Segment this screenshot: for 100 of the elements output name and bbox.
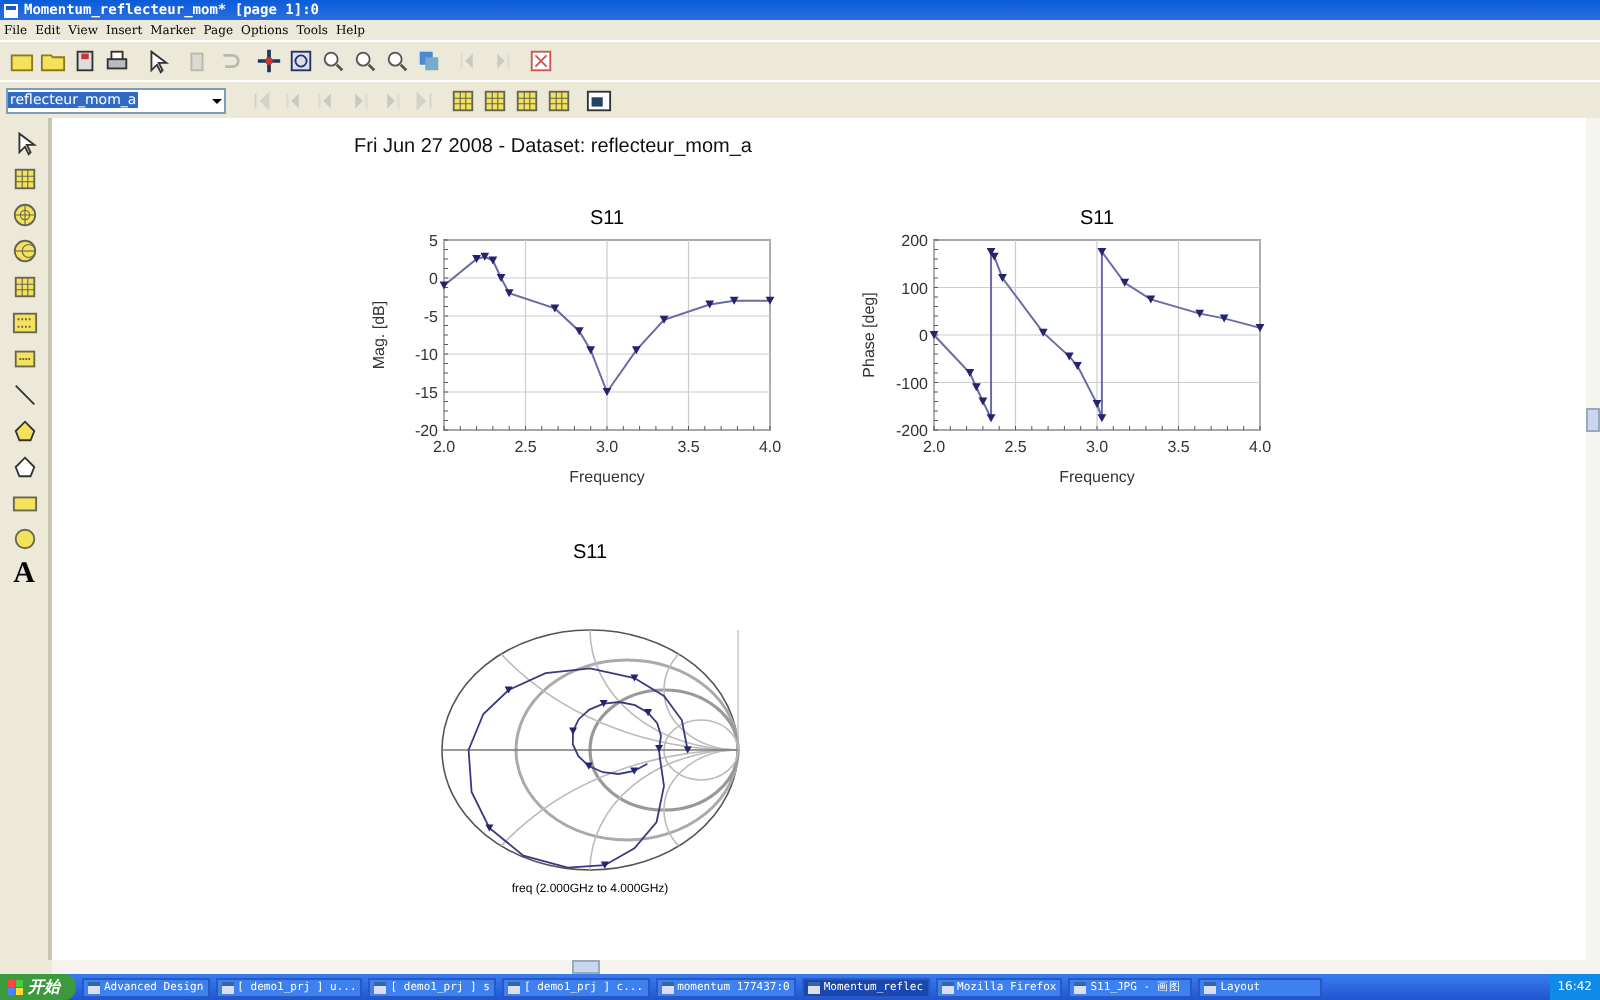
axis-tick-label: 4.0 <box>1248 438 1272 456</box>
axis-tick-label: 5 <box>429 232 438 250</box>
data-point <box>504 289 514 298</box>
data-point <box>1255 323 1265 332</box>
chart-title: S11 <box>589 208 625 230</box>
data-point <box>439 281 449 290</box>
window-icon <box>661 981 674 993</box>
grid-icon <box>546 87 572 113</box>
axis-title: Frequency <box>1059 468 1135 486</box>
pentagon-icon <box>11 418 37 444</box>
equation-icon <box>11 346 37 372</box>
data-point <box>1038 328 1048 337</box>
chart-title: S11 <box>572 542 608 564</box>
window-icon <box>941 981 954 993</box>
toolbar-button[interactable] <box>318 46 348 76</box>
grid-icon <box>450 87 476 113</box>
axis-tick-label: 2.5 <box>514 438 537 456</box>
data-point <box>1219 314 1229 323</box>
axis-tick-label: -15 <box>414 384 438 402</box>
data-point <box>978 397 988 406</box>
page-header: Fri Jun 27 2008 - Dataset: reflecteur_mom_a <box>354 136 754 158</box>
grid-icon <box>514 87 540 113</box>
axis-title: Phase [deg] <box>860 292 878 378</box>
data-point <box>965 369 975 377</box>
window-icon <box>374 981 387 993</box>
data-point <box>586 346 596 355</box>
window-icon <box>221 981 234 993</box>
data-point <box>765 296 775 305</box>
data-point <box>729 296 739 305</box>
zoom-box-icon <box>288 48 314 74</box>
zoom-out-icon <box>352 48 378 74</box>
flag-icon <box>8 979 24 995</box>
chart-title: S11 <box>1079 208 1115 230</box>
line-icon <box>11 382 37 408</box>
data-point <box>1092 399 1102 408</box>
data-point <box>574 327 584 336</box>
window-icon <box>507 981 520 993</box>
axis-tick-label: 4.0 <box>758 438 782 456</box>
zoom-in-icon <box>320 48 346 74</box>
data-point <box>631 346 641 355</box>
data-point <box>1195 309 1205 318</box>
window-icon <box>586 87 612 113</box>
data-point <box>972 383 981 392</box>
data-point <box>1097 414 1107 423</box>
axis-tick-label: 2.5 <box>1004 438 1027 456</box>
axis-tick-label: -10 <box>414 346 438 364</box>
copy-icon <box>416 48 442 74</box>
axis-tick-label: 3.0 <box>1085 438 1109 456</box>
data-point <box>929 331 939 339</box>
axis-tick-label: -20 <box>414 422 438 440</box>
outline-pentagon-icon <box>11 454 37 480</box>
axis-tick-label: 100 <box>901 279 928 298</box>
circle-icon <box>11 526 37 552</box>
axis-tick-label: -100 <box>895 374 928 393</box>
axis-tick-label: -5 <box>423 308 438 326</box>
palette-button[interactable]: A <box>7 558 41 592</box>
axis-tick-label: 3.5 <box>677 438 700 456</box>
first-icon <box>250 87 276 113</box>
toolbar-button[interactable] <box>350 46 380 76</box>
data-point <box>550 304 560 313</box>
magnifier-icon <box>384 48 410 74</box>
axis-tick-label: 200 <box>901 232 928 250</box>
axis-title: Mag. [dB] <box>370 300 388 370</box>
data-point <box>998 274 1007 282</box>
window-icon <box>807 981 820 993</box>
axis-tick-label: 3.5 <box>1167 438 1190 456</box>
caret-icon <box>210 93 224 107</box>
axis-title: Frequency <box>569 468 645 486</box>
target-icon <box>11 202 37 228</box>
printer-icon <box>104 48 130 74</box>
number-list-icon <box>11 310 37 336</box>
window-icon <box>1204 981 1217 993</box>
move-icon <box>256 48 282 74</box>
axis-tick-label: 0 <box>919 327 928 345</box>
vertical-scrollbar[interactable] <box>1586 118 1600 960</box>
data-point <box>659 315 669 324</box>
start-button[interactable]: 开始 <box>0 974 76 1000</box>
data-point <box>705 300 715 309</box>
toolbar-button[interactable] <box>382 46 412 76</box>
close-icon <box>528 48 554 74</box>
toolbar-button[interactable] <box>584 85 614 115</box>
grid-icon <box>482 87 508 113</box>
data-point <box>496 274 506 282</box>
data-point <box>986 414 996 423</box>
horizontal-scrollbar[interactable] <box>52 960 1600 974</box>
toolbar-button[interactable] <box>286 46 316 76</box>
grid-icon <box>11 166 37 192</box>
circle-grid-icon <box>11 238 37 264</box>
axis-tick-label: -200 <box>895 422 928 440</box>
window-icon <box>88 981 100 993</box>
axis-tick-label: 2.0 <box>922 438 946 456</box>
window-icon <box>1074 981 1087 993</box>
axis-tick-label: 0 <box>429 270 438 288</box>
data-point <box>1097 247 1107 256</box>
data-point <box>1120 278 1130 287</box>
table-icon <box>11 274 37 300</box>
axis-tick-label: 3.0 <box>595 438 619 456</box>
data-point <box>602 388 612 396</box>
axis-tick-label: 2.0 <box>432 438 456 456</box>
toolbar-button[interactable] <box>254 46 284 76</box>
